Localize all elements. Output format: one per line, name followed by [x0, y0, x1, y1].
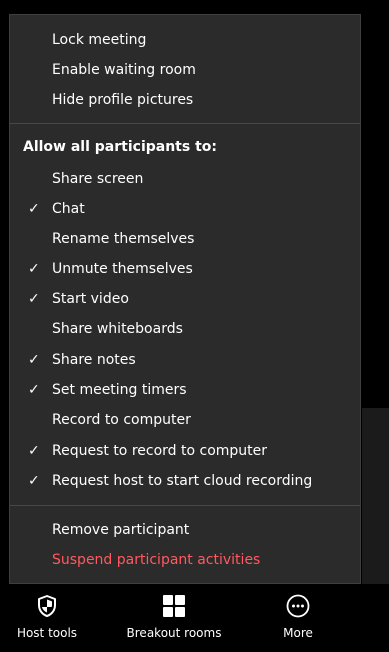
menu-item-label: Record to computer: [52, 412, 191, 428]
menu-item-share-whiteboards[interactable]: Share whiteboards: [10, 316, 360, 342]
menu-item-rename-themselves[interactable]: Rename themselves: [10, 226, 360, 252]
menu-item-label: Chat: [52, 201, 85, 217]
menu-item-label: Set meeting timers: [52, 382, 187, 398]
check-icon: ✓: [28, 473, 40, 489]
menu-item-unmute-themselves[interactable]: ✓ Unmute themselves: [10, 256, 360, 282]
menu-item-label: Suspend participant activities: [52, 552, 261, 568]
menu-item-label: Share whiteboards: [52, 321, 183, 337]
check-icon: ✓: [28, 352, 40, 368]
check-icon: ✓: [28, 201, 40, 217]
menu-item-label: Unmute themselves: [52, 261, 193, 277]
breakout-rooms-label: Breakout rooms: [126, 626, 222, 640]
menu-item-start-video[interactable]: ✓ Start video: [10, 286, 360, 312]
check-icon: ✓: [28, 291, 40, 307]
menu-item-label: Lock meeting: [52, 32, 147, 48]
menu-item-record-to-computer[interactable]: Record to computer: [10, 407, 360, 433]
menu-item-suspend-participant-activities[interactable]: Suspend participant activities: [10, 547, 360, 573]
meeting-window: Lock meeting Enable waiting room Hide pr…: [0, 0, 389, 652]
check-icon: ✓: [28, 382, 40, 398]
check-icon: ✓: [28, 443, 40, 459]
menu-item-share-screen[interactable]: Share screen: [10, 166, 360, 192]
menu-item-chat[interactable]: ✓ Chat: [10, 196, 360, 222]
host-tools-button[interactable]: Host tools: [6, 594, 88, 650]
menu-item-label: Share screen: [52, 171, 144, 187]
menu-item-label: Request host to start cloud recording: [52, 473, 313, 489]
ellipsis-circle-icon: [286, 594, 310, 618]
breakout-rooms-button[interactable]: Breakout rooms: [117, 594, 231, 650]
menu-item-label: Request to record to computer: [52, 443, 268, 459]
shield-icon: [38, 595, 56, 617]
menu-item-set-meeting-timers[interactable]: ✓ Set meeting timers: [10, 377, 360, 403]
more-button[interactable]: More: [261, 594, 335, 650]
grid-icon: [163, 595, 185, 617]
menu-item-hide-profile-pictures[interactable]: Hide profile pictures: [10, 87, 360, 113]
menu-item-label: Share notes: [52, 352, 136, 368]
host-tools-menu: Lock meeting Enable waiting room Hide pr…: [9, 14, 361, 584]
more-label: More: [283, 626, 313, 640]
menu-item-enable-waiting-room[interactable]: Enable waiting room: [10, 57, 360, 83]
menu-item-label: Start video: [52, 291, 129, 307]
menu-divider: [10, 123, 360, 124]
menu-item-label: Enable waiting room: [52, 62, 196, 78]
menu-item-label: Hide profile pictures: [52, 92, 194, 108]
host-tools-label: Host tools: [16, 626, 78, 640]
check-icon: ✓: [28, 261, 40, 277]
menu-item-lock-meeting[interactable]: Lock meeting: [10, 27, 360, 53]
menu-item-remove-participant[interactable]: Remove participant: [10, 517, 360, 543]
menu-divider: [10, 505, 360, 506]
meeting-toolbar: Host tools Breakout rooms More: [0, 588, 389, 652]
menu-item-label: Rename themselves: [52, 231, 195, 247]
background-panel: [362, 408, 389, 584]
menu-item-request-record-to-computer[interactable]: ✓ Request to record to computer: [10, 438, 360, 464]
section-title-allow-participants: Allow all participants to:: [23, 139, 217, 155]
menu-item-label: Remove participant: [52, 522, 190, 538]
menu-item-share-notes[interactable]: ✓ Share notes: [10, 347, 360, 373]
menu-item-request-cloud-recording[interactable]: ✓ Request host to start cloud recording: [10, 468, 360, 494]
